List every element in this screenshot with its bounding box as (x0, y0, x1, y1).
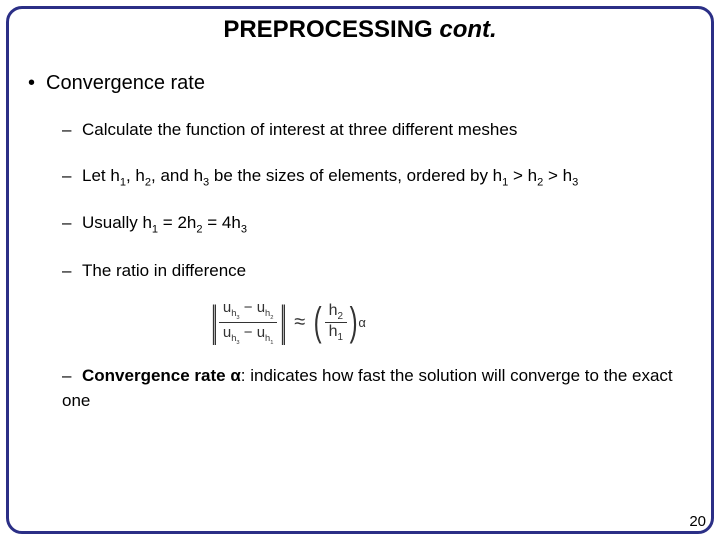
formula: || uh3 − uh2 uh3 − uh1 || ≈ ( h2 h1 ) α (208, 298, 692, 347)
paren-left: ( (314, 304, 322, 340)
frac-left: uh3 − uh2 uh3 − uh1 (219, 298, 278, 347)
title-italic: cont. (439, 16, 496, 43)
bullet-1: Calculate the function of interest at th… (62, 117, 692, 143)
paren-right: ) (350, 304, 358, 340)
bullet-2: Let h1, h2, and h3 be the sizes of eleme… (62, 163, 692, 191)
lvl1-text: Convergence rate (46, 72, 205, 94)
approx-sign: ≈ (288, 311, 311, 334)
bullet-5: Convergence rate α: indicates how fast t… (62, 363, 692, 414)
norm-left: || (212, 302, 216, 342)
bullet-4: The ratio in difference (62, 258, 692, 284)
content-area: Convergence rate Calculate the function … (28, 72, 692, 434)
bullet-lvl1: Convergence rate (28, 72, 692, 95)
title-main: PREPROCESSING (223, 16, 439, 43)
b1-text: Calculate the function of interest at th… (82, 120, 517, 139)
page-number: 20 (689, 513, 706, 530)
b4-text: The ratio in difference (82, 261, 246, 280)
bullet-3: Usually h1 = 2h2 = 4h3 (62, 210, 692, 238)
alpha-exponent: α (358, 315, 366, 330)
frac-right: h2 h1 (325, 302, 347, 343)
norm-right: || (281, 302, 285, 342)
slide-title: PREPROCESSING cont. (0, 16, 720, 44)
slide: PREPROCESSING cont. Convergence rate Cal… (0, 0, 720, 540)
